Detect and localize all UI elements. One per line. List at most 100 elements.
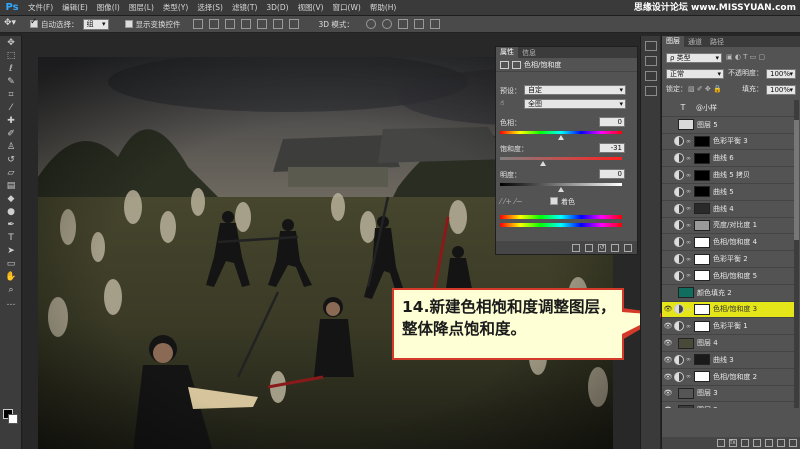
layer-row[interactable]: 👁 图层 5: [662, 117, 794, 134]
3d-roll-icon[interactable]: [381, 19, 392, 29]
layer-row[interactable]: 👁 ∞ 亮度/对比度 1: [662, 218, 794, 235]
eye-icon[interactable]: 👁: [662, 188, 674, 196]
eye-icon[interactable]: 👁: [662, 289, 674, 297]
crop-tool-icon[interactable]: ⌗: [0, 88, 22, 101]
3d-rotate-icon[interactable]: [365, 19, 376, 29]
new-adjustment-icon[interactable]: [753, 439, 761, 447]
healing-tool-icon[interactable]: ✚: [0, 114, 22, 127]
menu-filter[interactable]: 滤镜(T): [232, 2, 257, 13]
view-previous-icon[interactable]: [585, 243, 593, 252]
eye-icon[interactable]: 👁: [662, 171, 674, 179]
align-top-icon[interactable]: [192, 19, 203, 29]
chain-link-icon[interactable]: ∞: [686, 239, 692, 246]
chain-link-icon[interactable]: ∞: [686, 172, 692, 179]
align-middle-icon[interactable]: [208, 19, 219, 29]
eye-icon[interactable]: 👁: [662, 205, 674, 213]
history-brush-icon[interactable]: ↺: [0, 153, 22, 166]
layer-row[interactable]: 👁 ∞ 曲线 3: [662, 352, 794, 369]
menu-3d[interactable]: 3D(D): [266, 3, 288, 12]
chain-link-icon[interactable]: ∞: [686, 272, 692, 279]
blend-mode-dropdown[interactable]: 正常: [666, 69, 724, 79]
opacity-input[interactable]: 100%: [766, 69, 796, 79]
lock-icons[interactable]: ▨ ✐ ✥ 🔒: [688, 84, 722, 95]
layer-kind-filter[interactable]: ρ 类型: [666, 53, 722, 63]
stamp-tool-icon[interactable]: ♙: [0, 140, 22, 153]
saturation-input[interactable]: -31: [599, 143, 625, 153]
chain-link-icon[interactable]: ∞: [686, 256, 692, 263]
layer-row[interactable]: 👁 T @小样: [662, 100, 794, 117]
layer-row[interactable]: 👁 ∞ 曲线 6: [662, 150, 794, 168]
history-panel-icon[interactable]: [644, 41, 657, 51]
distribute-icon[interactable]: [288, 19, 299, 29]
brush-tool-icon[interactable]: ✐: [0, 127, 22, 140]
layer-row[interactable]: 👁 ∞ 色彩平衡 1: [662, 318, 794, 336]
filter-icons[interactable]: ▣ ◐ T ▭ ▢: [726, 52, 765, 63]
chain-link-icon[interactable]: ∞: [686, 138, 692, 145]
tab-info[interactable]: 信息: [518, 48, 540, 58]
eye-icon[interactable]: 👁: [662, 305, 674, 313]
hue-input[interactable]: 0: [599, 117, 625, 127]
character-panel-icon[interactable]: [644, 86, 657, 96]
3d-slide-icon[interactable]: [413, 19, 424, 29]
lightness-input[interactable]: 0: [599, 169, 625, 179]
dodge-tool-icon[interactable]: ●: [0, 205, 22, 218]
menu-help[interactable]: 帮助(H): [370, 2, 397, 13]
eye-icon[interactable]: 👁: [662, 154, 674, 162]
align-left-icon[interactable]: [240, 19, 251, 29]
menu-image[interactable]: 图像(I): [97, 2, 120, 13]
show-transform-checkbox[interactable]: [124, 20, 133, 28]
layer-style-icon[interactable]: fx: [729, 439, 737, 447]
eye-icon[interactable]: 👁: [662, 137, 674, 145]
menu-file[interactable]: 文件(F): [28, 2, 53, 13]
swatches-panel-icon[interactable]: [644, 71, 657, 81]
shape-tool-icon[interactable]: ▭: [0, 257, 22, 270]
align-bottom-icon[interactable]: [224, 19, 235, 29]
color-panel-icon[interactable]: [644, 56, 657, 66]
menu-select[interactable]: 选择(S): [197, 2, 223, 13]
eye-icon[interactable]: 👁: [662, 339, 674, 347]
layer-row[interactable]: 👁 ∞ 曲线 4: [662, 201, 794, 218]
layer-row[interactable]: 👁 ∞ 色彩平衡 2: [662, 251, 794, 268]
mask-icon[interactable]: [512, 60, 521, 69]
eye-icon[interactable]: 👁: [662, 322, 674, 330]
layer-row[interactable]: 👁 颜色填充 2: [662, 285, 794, 302]
align-center-icon[interactable]: [256, 19, 267, 29]
tab-layers[interactable]: 图层: [662, 36, 684, 47]
menu-edit[interactable]: 编辑(E): [62, 2, 88, 13]
visibility-icon[interactable]: [611, 243, 619, 252]
chain-link-icon[interactable]: ∞: [686, 188, 692, 195]
eye-icon[interactable]: 👁: [662, 406, 674, 408]
hand-tool-icon[interactable]: ✋: [0, 270, 22, 283]
move-tool-icon[interactable]: ✥▾: [4, 18, 24, 31]
tab-channels[interactable]: 通道: [684, 37, 706, 47]
layer-row[interactable]: 👁 ∞ 色相/饱和度 4: [662, 234, 794, 252]
chain-link-icon[interactable]: ∞: [686, 373, 692, 380]
eye-icon[interactable]: 👁: [662, 255, 674, 263]
align-right-icon[interactable]: [272, 19, 283, 29]
eye-icon[interactable]: 👁: [662, 272, 674, 280]
type-tool-icon[interactable]: T: [0, 231, 22, 244]
menu-window[interactable]: 窗口(W): [333, 2, 361, 13]
new-layer-icon[interactable]: [777, 439, 785, 447]
range-dropdown[interactable]: 全图: [524, 99, 626, 109]
zoom-tool-icon[interactable]: ⌕: [0, 283, 22, 296]
chain-link-icon[interactable]: ∞: [686, 306, 692, 313]
marquee-tool-icon[interactable]: ⬚: [0, 49, 22, 62]
saturation-slider-thumb[interactable]: [540, 161, 546, 166]
pen-tool-icon[interactable]: ✒: [0, 218, 22, 231]
trash-icon[interactable]: [624, 243, 632, 252]
layer-row[interactable]: 👁 ∞ 曲线 5 拷贝: [662, 167, 794, 184]
eye-icon[interactable]: 👁: [662, 238, 674, 246]
link-layers-icon[interactable]: [717, 439, 725, 447]
menu-view[interactable]: 视图(V): [298, 2, 324, 13]
eyedropper-icons[interactable]: ⁄ ⁄+ ⁄−: [500, 197, 523, 206]
hue-slider-thumb[interactable]: [558, 135, 564, 140]
eye-icon[interactable]: 👁: [662, 389, 674, 397]
3d-scale-icon[interactable]: [429, 19, 440, 29]
new-group-icon[interactable]: [765, 439, 773, 447]
3d-pan-icon[interactable]: [397, 19, 408, 29]
clip-to-layer-icon[interactable]: [572, 243, 580, 252]
eye-icon[interactable]: 👁: [662, 221, 674, 229]
add-mask-icon[interactable]: [741, 439, 749, 447]
tab-paths[interactable]: 路径: [706, 37, 728, 47]
